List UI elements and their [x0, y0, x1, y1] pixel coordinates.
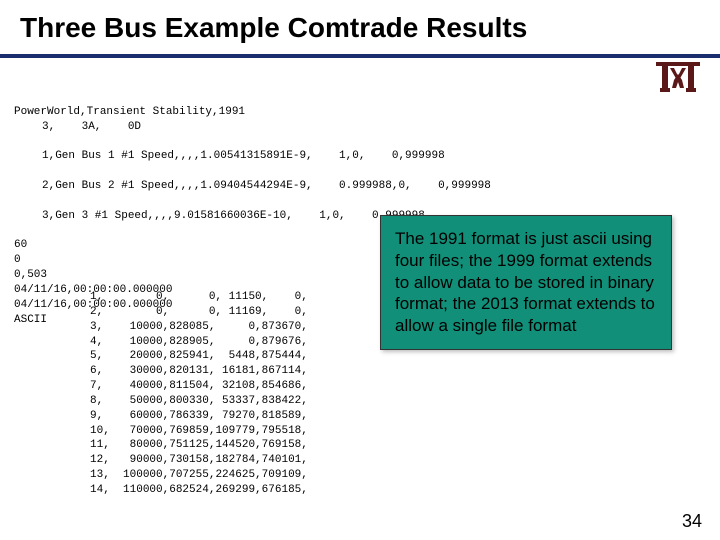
table-row: 9, 60000,786339, 79270,818589,: [90, 409, 308, 424]
cfg-freq: 60: [14, 239, 27, 251]
cfg-header: PowerWorld,Transient Stability,1991: [14, 106, 245, 118]
page-number: 34: [682, 511, 702, 532]
cfg-filetype: ASCII: [14, 314, 47, 326]
cfg-channels: 3, 3A, 0D: [14, 120, 491, 135]
table-row: 3, 10000,828085, 0,873670,: [90, 320, 308, 335]
table-row: 10, 70000,769859,109779,795518,: [90, 424, 308, 439]
cfg-ch2: 2,Gen Bus 2 #1 Speed,,,,1.09404544294E-9…: [14, 179, 491, 194]
table-row: 5, 20000,825941, 5448,875444,: [90, 349, 308, 364]
title-bar: Three Bus Example Comtrade Results: [0, 0, 720, 58]
comtrade-dat-text: 1, 0, 0, 11150, 0, 2, 0, 0, 11169, 0, 3,…: [90, 290, 308, 498]
table-row: 2, 0, 0, 11169, 0,: [90, 305, 308, 320]
table-row: 6, 30000,820131, 16181,867114,: [90, 364, 308, 379]
table-row: 14, 110000,682524,269299,676185,: [90, 483, 308, 498]
page-title: Three Bus Example Comtrade Results: [20, 12, 700, 44]
table-row: 7, 40000,811504, 32108,854686,: [90, 379, 308, 394]
table-row: 8, 50000,800330, 53337,838422,: [90, 394, 308, 409]
callout-text: The 1991 format is just ascii using four…: [395, 228, 657, 337]
table-row: 12, 90000,730158,182784,740101,: [90, 453, 308, 468]
table-row: 1, 0, 0, 11150, 0,: [90, 290, 308, 305]
callout-box: The 1991 format is just ascii using four…: [380, 215, 672, 350]
cfg-ch1: 1,Gen Bus 1 #1 Speed,,,,1.00541315891E-9…: [14, 149, 491, 164]
table-row: 13, 100000,707255,224625,709109,: [90, 468, 308, 483]
cfg-endsamp: 0,503: [14, 269, 47, 281]
table-row: 11, 80000,751125,144520,769158,: [90, 438, 308, 453]
tamu-logo: [656, 62, 700, 96]
table-row: 4, 10000,828905, 0,879676,: [90, 335, 308, 350]
cfg-nrates: 0: [14, 254, 21, 266]
